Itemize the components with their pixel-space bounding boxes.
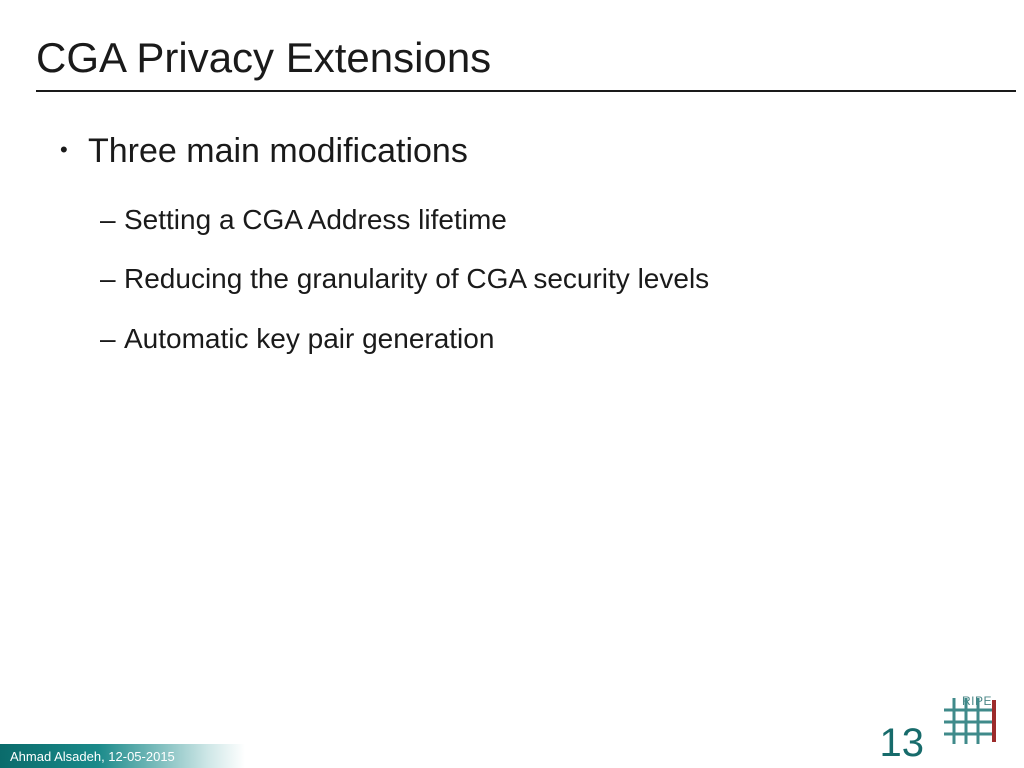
ripe-logo-icon <box>944 698 998 744</box>
slide-title: CGA Privacy Extensions <box>36 34 491 82</box>
title-underline <box>36 90 1016 92</box>
slide: CGA Privacy Extensions • Three main modi… <box>0 0 1024 768</box>
footer-author-date: Ahmad Alsadeh, 12-05-2015 <box>10 749 175 764</box>
bullet-level1-text: Three main modifications <box>88 130 468 173</box>
bullet-level1: • Three main modifications <box>60 130 984 173</box>
page-number: 13 <box>880 721 925 766</box>
content-area: • Three main modifications – Setting a C… <box>60 130 984 380</box>
dash-icon: – <box>100 260 124 298</box>
bullet-level2: – Automatic key pair generation <box>100 320 984 358</box>
bullet-level2-text: Reducing the granularity of CGA security… <box>124 260 709 298</box>
bullet-level2-text: Setting a CGA Address lifetime <box>124 201 507 239</box>
footer: Ahmad Alsadeh, 12-05-2015 13 RIPE <box>0 720 1024 768</box>
bullet-level2: – Reducing the granularity of CGA securi… <box>100 260 984 298</box>
bullet-dot-icon: • <box>60 130 88 170</box>
dash-icon: – <box>100 320 124 358</box>
bullet-level2-text: Automatic key pair generation <box>124 320 494 358</box>
bullet-level2: – Setting a CGA Address lifetime <box>100 201 984 239</box>
dash-icon: – <box>100 201 124 239</box>
